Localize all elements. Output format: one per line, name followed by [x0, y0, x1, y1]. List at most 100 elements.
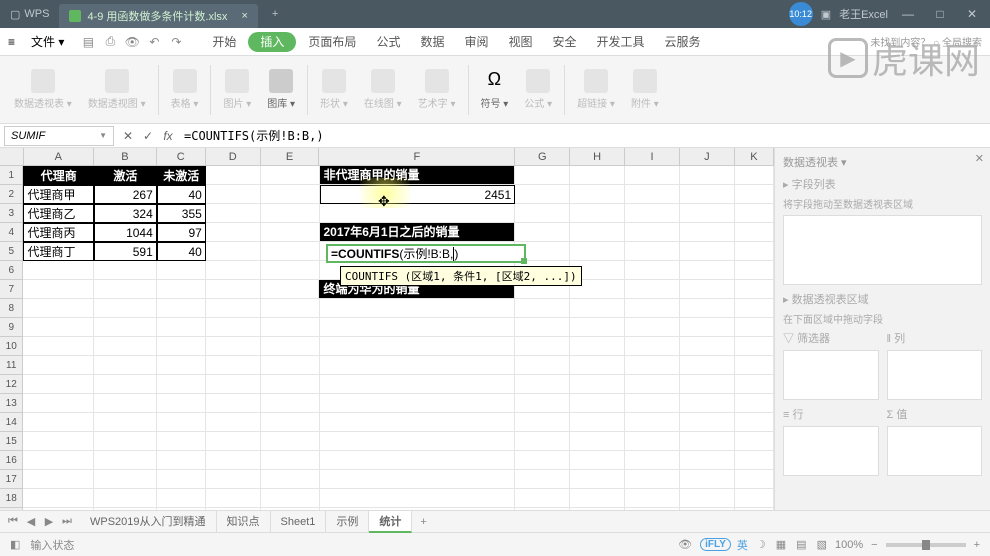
cancel-formula-icon[interactable]: ✕ — [118, 129, 138, 143]
cell-A7[interactable] — [23, 280, 94, 299]
cell-K9[interactable] — [735, 318, 774, 337]
cell-I8[interactable] — [625, 299, 680, 318]
cell-A5[interactable]: 代理商丁 — [23, 242, 94, 261]
cell-A8[interactable] — [23, 299, 94, 318]
cell-C5[interactable]: 40 — [157, 242, 206, 261]
cell-H18[interactable] — [570, 489, 625, 508]
cell-A14[interactable] — [23, 413, 94, 432]
hamburger-icon[interactable]: ≡ — [0, 35, 23, 49]
cell-C12[interactable] — [157, 375, 206, 394]
gallery-button[interactable]: 图库 ▾ — [261, 67, 301, 112]
cell-G1[interactable] — [515, 166, 570, 185]
ribbon-tab-安全[interactable]: 安全 — [543, 28, 587, 56]
cell-J2[interactable] — [680, 185, 735, 204]
cell-B14[interactable] — [94, 413, 157, 432]
cell-F2[interactable]: 2451 — [320, 185, 516, 204]
cell-H11[interactable] — [570, 356, 625, 375]
column-header-H[interactable]: H — [570, 148, 625, 165]
zoom-out-button[interactable]: − — [869, 539, 879, 551]
file-tab[interactable]: 4-9 用函数做多条件计数.xlsx × — [59, 4, 257, 28]
cell-I19[interactable] — [625, 508, 680, 510]
cell-A19[interactable] — [23, 508, 94, 510]
cell-D6[interactable] — [206, 261, 261, 280]
row-header-9[interactable]: 9 — [0, 318, 23, 337]
row-header-2[interactable]: 2 — [0, 185, 23, 204]
row-header-8[interactable]: 8 — [0, 299, 23, 318]
ribbon-tab-云服务[interactable]: 云服务 — [655, 28, 711, 56]
row-header-7[interactable]: 7 — [0, 280, 23, 299]
cell-C18[interactable] — [157, 489, 206, 508]
cell-E9[interactable] — [261, 318, 320, 337]
cell-I11[interactable] — [625, 356, 680, 375]
cell-F13[interactable] — [320, 394, 516, 413]
cell-I15[interactable] — [625, 432, 680, 451]
columns-drop-area[interactable] — [887, 350, 983, 400]
next-sheet-icon[interactable]: ▶ — [40, 515, 58, 528]
cell-C14[interactable] — [157, 413, 206, 432]
sheet-tab-Sheet1[interactable]: Sheet1 — [271, 511, 327, 533]
cell-E13[interactable] — [261, 394, 320, 413]
cell-C10[interactable] — [157, 337, 206, 356]
cell-G14[interactable] — [515, 413, 570, 432]
cell-J13[interactable] — [680, 394, 735, 413]
cell-E4[interactable] — [261, 223, 320, 242]
cell-C19[interactable] — [157, 508, 206, 510]
preview-icon[interactable]: 👁 — [124, 34, 140, 50]
cell-B8[interactable] — [94, 299, 157, 318]
cell-I18[interactable] — [625, 489, 680, 508]
cell-D13[interactable] — [206, 394, 261, 413]
cell-B16[interactable] — [94, 451, 157, 470]
cell-B12[interactable] — [94, 375, 157, 394]
cell-H4[interactable] — [570, 223, 625, 242]
cell-A4[interactable]: 代理商丙 — [23, 223, 94, 242]
cell-E14[interactable] — [261, 413, 320, 432]
cell-H2[interactable] — [570, 185, 625, 204]
close-window-button[interactable]: ✕ — [960, 4, 984, 24]
row-header-1[interactable]: 1 — [0, 166, 23, 185]
row-header-19[interactable]: 19 — [0, 508, 23, 510]
cell-D8[interactable] — [206, 299, 261, 318]
active-cell-editor[interactable]: =COUNTIFS(示例!B:B,) — [326, 244, 526, 263]
cell-J1[interactable] — [680, 166, 735, 185]
cell-B3[interactable]: 324 — [94, 204, 157, 223]
cell-A12[interactable] — [23, 375, 94, 394]
column-header-F[interactable]: F — [319, 148, 515, 165]
cell-G8[interactable] — [515, 299, 570, 318]
cell-H13[interactable] — [570, 394, 625, 413]
cell-I5[interactable] — [625, 242, 680, 261]
cell-H10[interactable] — [570, 337, 625, 356]
add-sheet-button[interactable]: + — [412, 516, 434, 528]
cell-D10[interactable] — [206, 337, 261, 356]
cell-B15[interactable] — [94, 432, 157, 451]
ribbon-tab-视图[interactable]: 视图 — [498, 28, 542, 56]
cell-G11[interactable] — [515, 356, 570, 375]
sheet-tab-知识点[interactable]: 知识点 — [217, 511, 271, 533]
eye-icon[interactable]: 👁 — [676, 538, 694, 551]
cell-K5[interactable] — [735, 242, 774, 261]
cell-E19[interactable] — [261, 508, 320, 510]
cell-I1[interactable] — [625, 166, 680, 185]
accept-formula-icon[interactable]: ✓ — [138, 129, 158, 143]
cell-K2[interactable] — [735, 185, 774, 204]
cell-C4[interactable]: 97 — [157, 223, 206, 242]
cell-J15[interactable] — [680, 432, 735, 451]
cell-I9[interactable] — [625, 318, 680, 337]
maximize-button[interactable]: □ — [928, 4, 952, 24]
cell-A17[interactable] — [23, 470, 94, 489]
cell-J9[interactable] — [680, 318, 735, 337]
cell-J19[interactable] — [680, 508, 735, 510]
cell-K3[interactable] — [735, 204, 774, 223]
row-header-3[interactable]: 3 — [0, 204, 23, 223]
ribbon-tab-页面布局[interactable]: 页面布局 — [298, 28, 366, 56]
cell-F8[interactable] — [320, 299, 516, 318]
cell-D14[interactable] — [206, 413, 261, 432]
undo-icon[interactable]: ↶ — [146, 34, 162, 50]
cell-B10[interactable] — [94, 337, 157, 356]
column-header-B[interactable]: B — [94, 148, 157, 165]
column-header-A[interactable]: A — [24, 148, 95, 165]
cell-H5[interactable] — [570, 242, 625, 261]
cell-J16[interactable] — [680, 451, 735, 470]
fill-handle[interactable] — [521, 258, 527, 264]
cell-E15[interactable] — [261, 432, 320, 451]
save-icon[interactable]: ▤ — [80, 34, 96, 50]
